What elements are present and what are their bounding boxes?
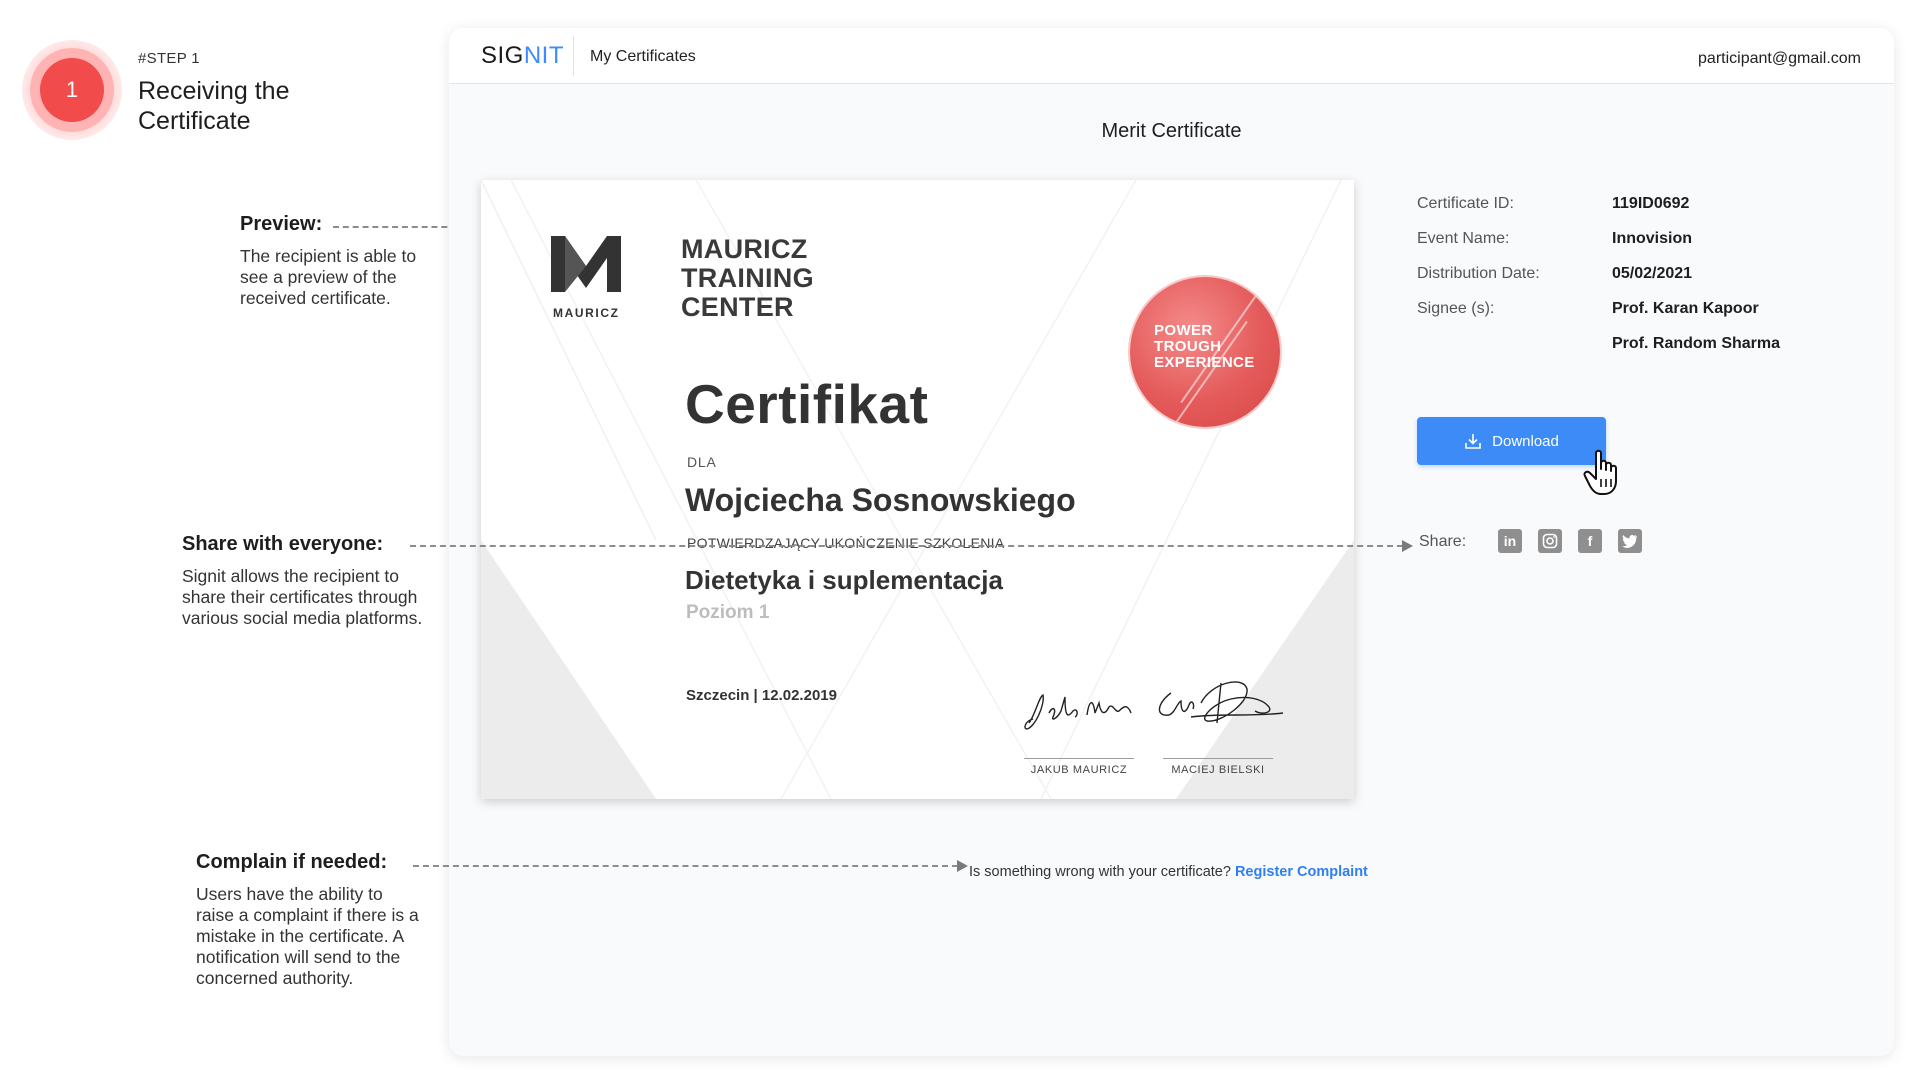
signer-1-name: JAKUB MAURICZ bbox=[1030, 764, 1128, 776]
annotation-complain: Complain if needed: Users have the abili… bbox=[196, 851, 421, 989]
event-name-label: Event Name: bbox=[1417, 230, 1510, 247]
share-label: Share: bbox=[1419, 533, 1467, 550]
download-icon bbox=[1465, 434, 1481, 449]
user-email[interactable]: participant@gmail.com bbox=[1698, 50, 1861, 68]
complain-arrow-icon bbox=[957, 860, 968, 872]
logo-accent-text: NIT bbox=[523, 42, 565, 69]
share-arrow-icon bbox=[1402, 540, 1413, 552]
annotation-complain-text: Users have the ability to raise a compla… bbox=[196, 884, 419, 988]
annotation-share: Share with everyone: Signit allows the r… bbox=[182, 533, 432, 629]
download-button[interactable]: Download bbox=[1417, 417, 1606, 465]
certificate-level: Poziom 1 bbox=[686, 602, 770, 623]
annotation-complain-title: Complain if needed: bbox=[196, 851, 388, 873]
preview-connector-line bbox=[333, 226, 467, 228]
certificate-heading: Certifikat bbox=[685, 373, 929, 435]
certificate-course-name: Dietetyka i suplementacja bbox=[685, 565, 1003, 595]
certificate-id-value: 119ID0692 bbox=[1612, 195, 1690, 212]
share-connector-line bbox=[410, 545, 1403, 547]
annotation-share-title: Share with everyone: bbox=[182, 533, 384, 555]
signee-2-value: Prof. Random Sharma bbox=[1612, 335, 1781, 352]
page-title: Merit Certificate bbox=[1101, 120, 1242, 142]
certificate-seal: POWER TROUGH EXPERIENCE bbox=[1130, 277, 1280, 427]
signature-2-line bbox=[1163, 758, 1273, 759]
download-button-label: Download bbox=[1492, 432, 1559, 450]
certificate-preview: MAURICZ MAURICZ TRAINING CENTER POWER TR… bbox=[481, 180, 1354, 799]
mauricz-logo-caption: MAURICZ bbox=[553, 306, 620, 320]
annotation-preview-title: Preview: bbox=[240, 213, 323, 235]
signature-2-icon bbox=[1158, 681, 1284, 724]
step-title: Receiving the Certificate bbox=[138, 77, 290, 135]
seal-text: POWER TROUGH EXPERIENCE bbox=[1154, 322, 1255, 371]
step-number-badge: 1 bbox=[40, 58, 104, 122]
signit-logo[interactable]: SIGNIT bbox=[481, 42, 564, 70]
distribution-date-label: Distribution Date: bbox=[1417, 265, 1540, 282]
logo-main-text: SIG bbox=[481, 42, 524, 69]
signer-2-name: MACIEJ BIELSKI bbox=[1171, 764, 1265, 776]
annotation-preview-text: The recipient is able to see a preview o… bbox=[240, 246, 417, 308]
event-name-value: Innovision bbox=[1612, 230, 1692, 247]
certificate-recipient-name: Wojciecha Sosnowskiego bbox=[685, 482, 1076, 518]
signature-1-line bbox=[1024, 758, 1134, 759]
complaint-prompt: Is something wrong with your certificate… bbox=[969, 864, 1368, 880]
instagram-icon[interactable] bbox=[1538, 529, 1562, 553]
linkedin-icon[interactable]: in bbox=[1498, 529, 1522, 553]
facebook-icon[interactable]: f bbox=[1578, 529, 1602, 553]
complaint-prompt-text: Is something wrong with your certificate… bbox=[969, 864, 1231, 880]
step-tag: #STEP 1 bbox=[138, 50, 200, 67]
signees-label: Signee (s): bbox=[1417, 300, 1495, 317]
top-bar: SIGNIT My Certificates participant@gmail… bbox=[449, 28, 1894, 84]
signature-1-icon bbox=[1024, 693, 1132, 730]
app-window: SIGNIT My Certificates participant@gmail… bbox=[449, 28, 1894, 1056]
training-center-name: MAURICZ TRAINING CENTER bbox=[681, 234, 814, 322]
topbar-divider bbox=[573, 36, 574, 76]
certificate-confirmation-text: POTWIERDZAJĄCY UKOŃCZENIE SZKOLENIA bbox=[687, 535, 1005, 551]
certificate-for-label: DLA bbox=[687, 454, 717, 470]
distribution-date-value: 05/02/2021 bbox=[1612, 265, 1693, 282]
signee-1-value: Prof. Karan Kapoor bbox=[1612, 300, 1759, 317]
mauricz-logo-icon bbox=[551, 236, 621, 292]
register-complaint-link[interactable]: Register Complaint bbox=[1235, 864, 1368, 880]
annotation-share-text: Signit allows the recipient to share the… bbox=[182, 566, 423, 628]
twitter-glyph bbox=[1622, 534, 1638, 548]
hand-cursor-icon bbox=[1583, 449, 1617, 495]
twitter-icon[interactable] bbox=[1618, 529, 1642, 553]
complain-connector-line bbox=[413, 865, 958, 867]
certificate-place-date: Szczecin | 12.02.2019 bbox=[686, 687, 837, 704]
nav-my-certificates[interactable]: My Certificates bbox=[590, 48, 696, 66]
instagram-glyph bbox=[1542, 533, 1558, 549]
certificate-id-label: Certificate ID: bbox=[1417, 195, 1514, 212]
